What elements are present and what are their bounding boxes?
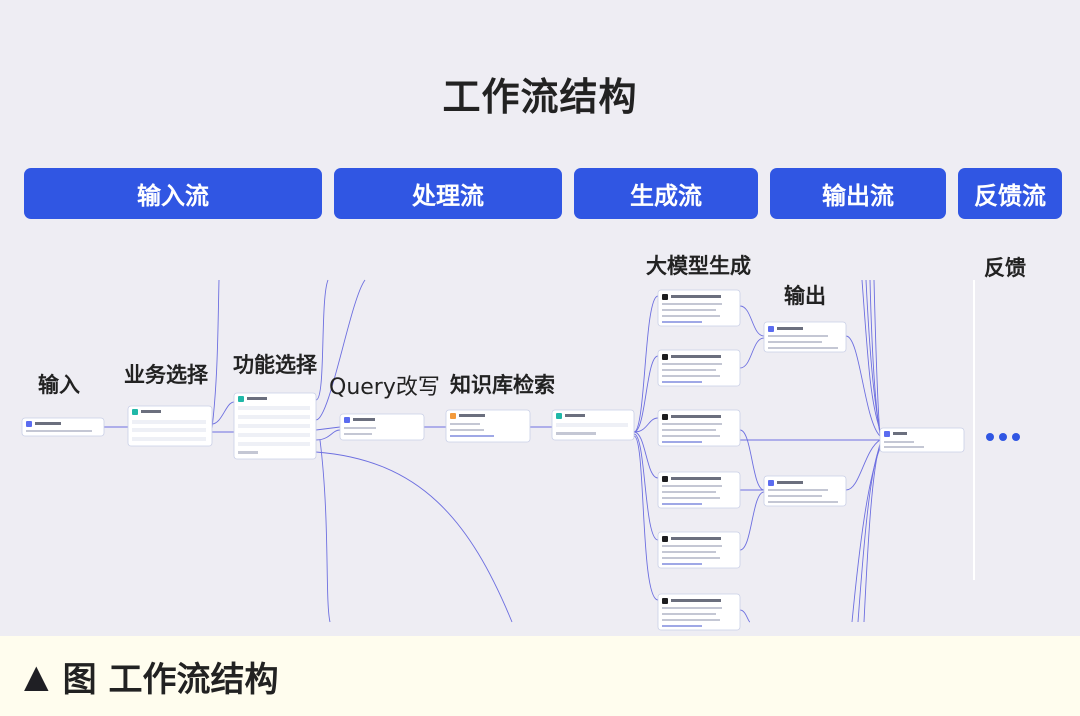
node-input bbox=[21, 417, 105, 437]
caption-bar: ▲ 图 工作流结构 bbox=[0, 636, 1080, 716]
node-business-select bbox=[127, 405, 213, 447]
label-kb: 知识库检索 bbox=[450, 373, 555, 397]
label-query: Query改写 bbox=[329, 375, 440, 400]
node-end bbox=[879, 427, 965, 453]
label-output: 输出 bbox=[784, 284, 826, 308]
label-llm: 大模型生成 bbox=[646, 254, 751, 278]
node-output-2 bbox=[763, 475, 847, 507]
node-llm-6 bbox=[657, 593, 741, 631]
node-output-1 bbox=[763, 321, 847, 353]
caption-text: 图 工作流结构 bbox=[62, 659, 279, 700]
node-llm-2 bbox=[657, 349, 741, 387]
node-llm-5 bbox=[657, 531, 741, 569]
node-llm-4 bbox=[657, 471, 741, 509]
node-function-select bbox=[233, 392, 317, 460]
node-llm-1 bbox=[657, 289, 741, 327]
label-function: 功能选择 bbox=[233, 353, 317, 377]
label-business: 业务选择 bbox=[124, 363, 208, 387]
triangle-up-icon: ▲ bbox=[24, 657, 49, 695]
workflow-canvas bbox=[21, 279, 975, 631]
connection-lines bbox=[104, 279, 881, 623]
more-dots-icon bbox=[986, 433, 1020, 441]
node-query-rewrite bbox=[339, 413, 425, 441]
label-feedback: 反馈 bbox=[984, 256, 1026, 280]
node-llm-3 bbox=[657, 409, 741, 447]
node-knowledge-retrieval bbox=[445, 409, 531, 443]
node-selector-2 bbox=[551, 409, 635, 441]
label-input: 输入 bbox=[38, 373, 80, 397]
